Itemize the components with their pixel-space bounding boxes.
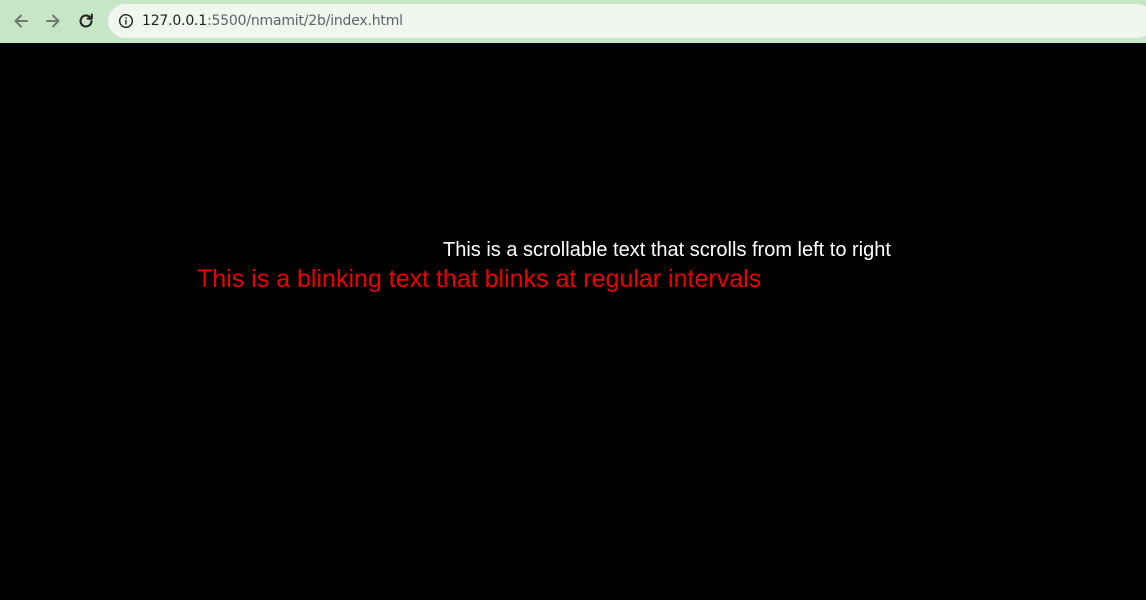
info-icon[interactable] <box>118 13 134 29</box>
blinking-text: This is a blinking text that blinks at r… <box>197 265 762 293</box>
back-button[interactable] <box>8 8 34 34</box>
forward-arrow-icon <box>46 14 60 28</box>
url-path: :5500/nmamit/2b/index.html <box>207 13 403 29</box>
back-arrow-icon <box>14 14 28 28</box>
address-bar[interactable]: 127.0.0.1:5500/nmamit/2b/index.html <box>108 4 1146 38</box>
reload-icon <box>79 13 93 28</box>
url-host: 127.0.0.1 <box>142 13 207 29</box>
forward-button[interactable] <box>40 8 66 34</box>
browser-toolbar: 127.0.0.1:5500/nmamit/2b/index.html <box>0 0 1146 43</box>
scrolling-text: This is a scrollable text that scrolls f… <box>443 239 891 261</box>
reload-button[interactable] <box>73 8 99 34</box>
page-content: This is a scrollable text that scrolls f… <box>0 43 1146 600</box>
url-text[interactable]: 127.0.0.1:5500/nmamit/2b/index.html <box>142 13 403 29</box>
